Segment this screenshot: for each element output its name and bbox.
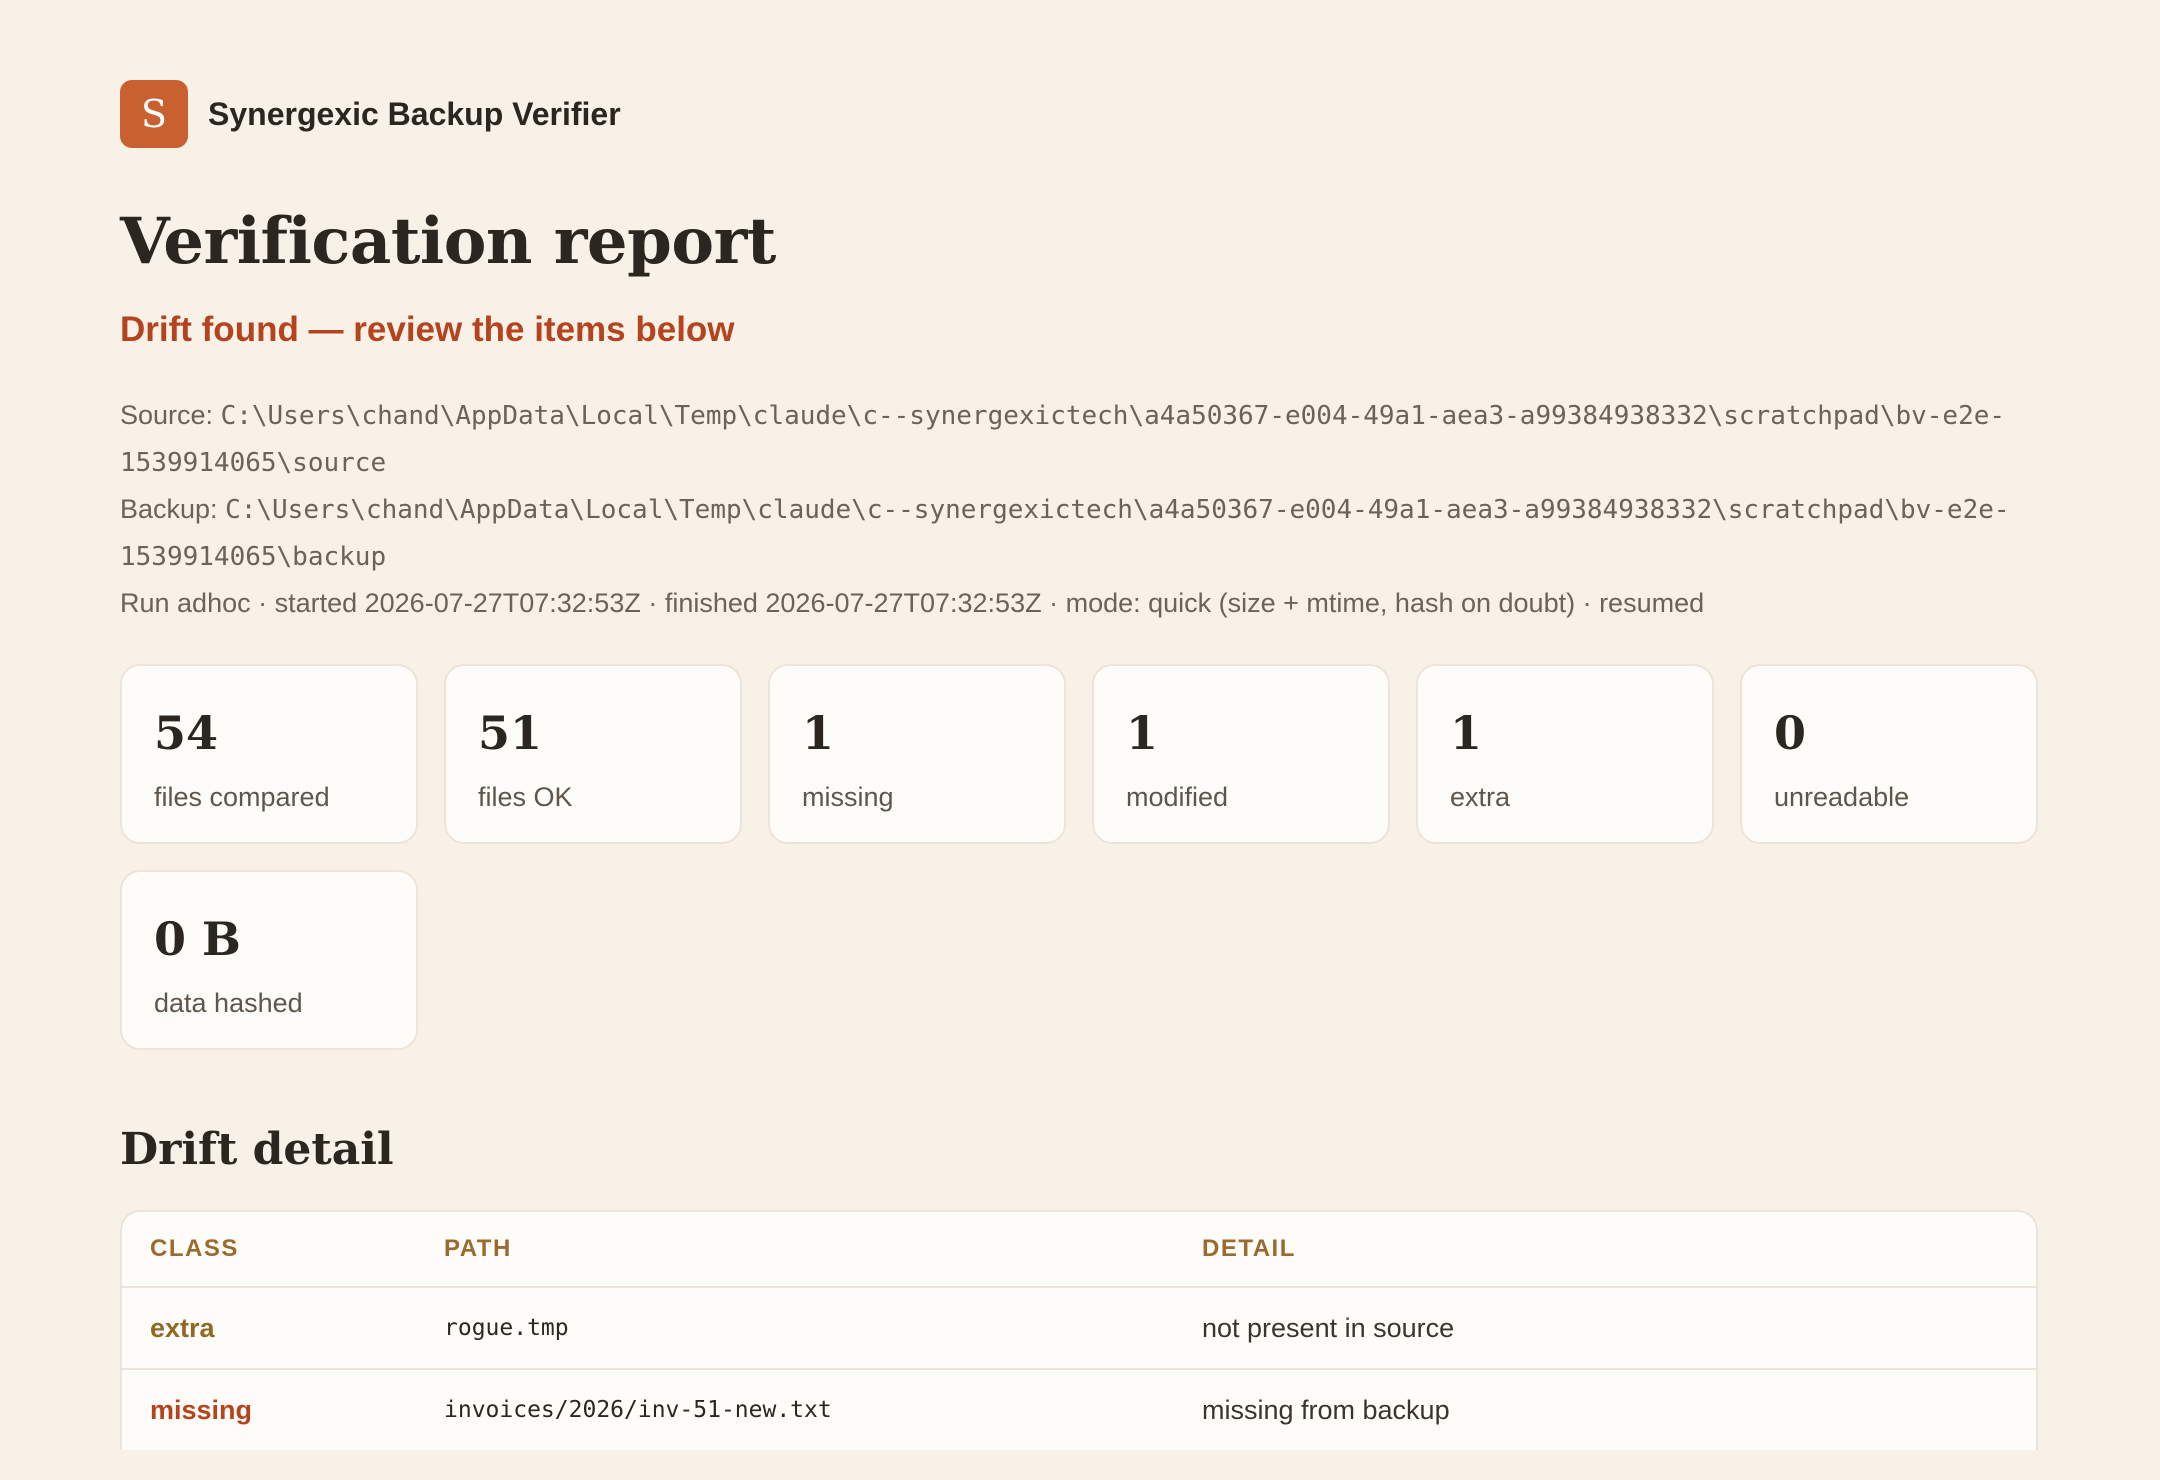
stat-value: 0 B bbox=[154, 912, 241, 966]
stat-card-missing: 1 missing bbox=[768, 664, 1066, 844]
stats-grid: 54 files compared 51 files OK 1 missing … bbox=[120, 664, 2040, 1050]
app-name: Synergexic Backup Verifier bbox=[208, 95, 621, 132]
table-row[interactable]: missing invoices/2026/inv-51-new.txt mis… bbox=[122, 1368, 2036, 1450]
row-class: missing bbox=[150, 1394, 253, 1425]
stat-card-files-compared: 54 files compared bbox=[120, 664, 418, 844]
backup-label: Backup: bbox=[120, 494, 226, 524]
report-page: S Synergexic Backup Verifier Verificatio… bbox=[0, 0, 2160, 1480]
stat-value: 1 bbox=[1126, 706, 1159, 760]
stat-card-extra: 1 extra bbox=[1416, 664, 1714, 844]
stat-card-modified: 1 modified bbox=[1092, 664, 1390, 844]
drift-table: CLASS PATH DETAIL extra rogue.tmp not pr… bbox=[120, 1210, 2038, 1450]
stat-label: unreadable bbox=[1774, 782, 1910, 812]
app-logo: S bbox=[120, 80, 188, 148]
backup-path: C:\Users\chand\AppData\Local\Temp\claude… bbox=[120, 495, 2010, 572]
stat-value: 1 bbox=[1450, 706, 1483, 760]
stat-value: 51 bbox=[478, 706, 543, 760]
drift-detail-heading: Drift detail bbox=[120, 1124, 394, 1175]
table-header: CLASS PATH DETAIL bbox=[122, 1212, 2036, 1286]
row-path: invoices/2026/inv-51-new.txt bbox=[444, 1397, 832, 1423]
stat-label: modified bbox=[1126, 782, 1229, 812]
source-path: C:\Users\chand\AppData\Local\Temp\claude… bbox=[120, 401, 2006, 478]
source-line: Source: C:\Users\chand\AppData\Local\Tem… bbox=[120, 392, 2040, 486]
stat-value: 1 bbox=[802, 706, 835, 760]
stat-label: data hashed bbox=[154, 988, 303, 1018]
page-title: Verification report bbox=[120, 204, 776, 279]
stat-card-unreadable: 0 unreadable bbox=[1740, 664, 2038, 844]
stat-card-files-ok: 51 files OK bbox=[444, 664, 742, 844]
column-header-path[interactable]: PATH bbox=[444, 1235, 1202, 1263]
stat-label: missing bbox=[802, 782, 894, 812]
stat-card-data-hashed: 0 B data hashed bbox=[120, 870, 418, 1050]
row-detail: not present in source bbox=[1202, 1312, 1455, 1343]
stat-label: extra bbox=[1450, 782, 1511, 812]
stat-value: 0 bbox=[1774, 706, 1807, 760]
row-class: extra bbox=[150, 1312, 215, 1343]
stat-label: files compared bbox=[154, 782, 330, 812]
stat-value: 54 bbox=[154, 706, 219, 760]
status-message: Drift found — review the items below bbox=[120, 310, 735, 349]
report-meta: Source: C:\Users\chand\AppData\Local\Tem… bbox=[120, 392, 2040, 626]
column-header-class[interactable]: CLASS bbox=[150, 1235, 444, 1263]
app-header: S Synergexic Backup Verifier bbox=[120, 0, 2040, 148]
table-row[interactable]: extra rogue.tmp not present in source bbox=[122, 1286, 2036, 1368]
column-header-detail[interactable]: DETAIL bbox=[1202, 1235, 2036, 1263]
stat-label: files OK bbox=[478, 782, 573, 812]
backup-line: Backup: C:\Users\chand\AppData\Local\Tem… bbox=[120, 486, 2040, 580]
source-label: Source: bbox=[120, 400, 221, 430]
row-detail: missing from backup bbox=[1202, 1394, 1450, 1425]
run-info: Run adhoc · started 2026-07-27T07:32:53Z… bbox=[120, 588, 1705, 618]
row-path: rogue.tmp bbox=[444, 1315, 569, 1341]
